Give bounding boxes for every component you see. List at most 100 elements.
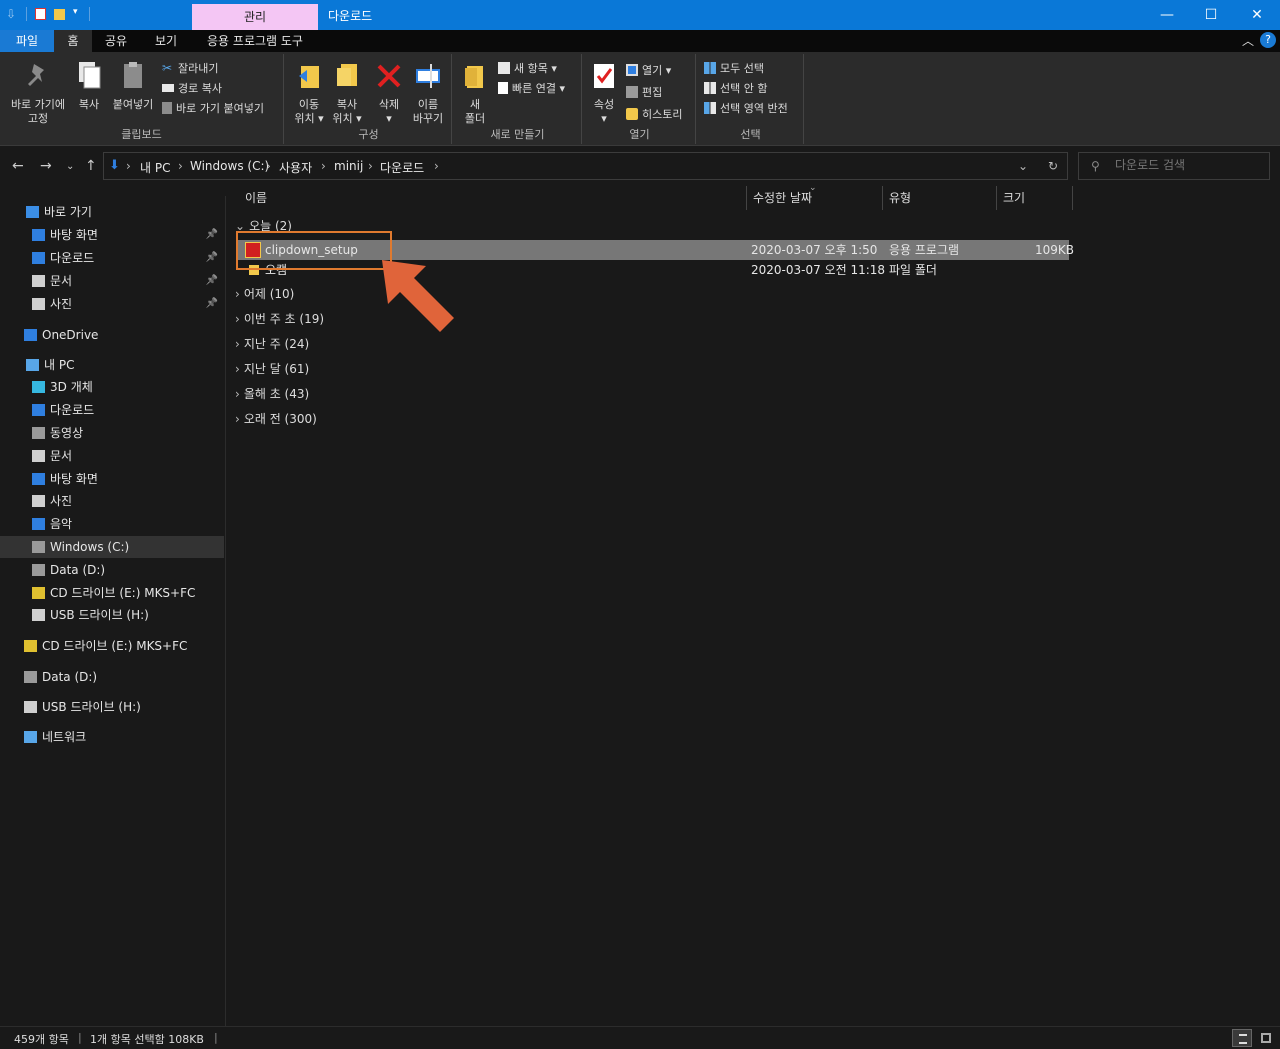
tab-view[interactable]: 보기 (144, 30, 188, 52)
copy-to-button[interactable]: 복사 위치 ▾ (328, 60, 366, 126)
maximize-button[interactable]: ☐ (1188, 0, 1234, 30)
down-arrow-icon[interactable]: ⇩ (6, 7, 18, 21)
chevron-up-icon[interactable]: ︿ (1242, 32, 1254, 49)
select-group: 모두 선택 선택 안 함 선택 영역 반전 선택 (698, 54, 804, 144)
tab-file[interactable]: 파일 (0, 30, 54, 52)
properties-icon[interactable] (35, 8, 46, 20)
pin-icon[interactable]: 📌 (206, 224, 218, 246)
pin-quick-access-button[interactable]: 바로 가기에 고정 (4, 60, 72, 126)
new-folder-label-2: 폴더 (464, 112, 486, 125)
back-arrow-icon[interactable]: ← (12, 158, 24, 174)
group-yesterday[interactable]: › 어제 (10) (235, 284, 294, 304)
details-view-icon (1239, 1034, 1247, 1044)
sidebar-item[interactable]: 다운로드 📌 (0, 247, 224, 269)
breadcrumb-downloads[interactable]: 다운로드 (380, 159, 424, 176)
sidebar-item[interactable]: 동영상 (0, 422, 224, 444)
invert-selection-button[interactable]: 선택 영역 반전 (704, 100, 788, 116)
sidebar-item[interactable]: CD 드라이브 (E:) MKS+FC (0, 635, 224, 657)
paste-button[interactable]: 붙여넣기 (108, 60, 158, 112)
select-all-button[interactable]: 모두 선택 (704, 60, 764, 76)
delete-button[interactable]: 삭제 ▾ (372, 60, 406, 126)
usb-icon (24, 701, 37, 713)
breadcrumb-windows-c[interactable]: Windows (C:) (190, 159, 269, 173)
sidebar-item[interactable]: 다운로드 (0, 399, 224, 421)
breadcrumb-my-pc[interactable]: 내 PC (140, 159, 170, 176)
breadcrumb-separator-icon[interactable]: › (434, 159, 439, 173)
refresh-icon[interactable]: ↻ (1048, 159, 1058, 173)
group-long-ago[interactable]: › 오래 전 (300) (235, 409, 317, 429)
sidebar-item-label: 네트워크 (42, 730, 87, 744)
sidebar-item[interactable]: 바탕 화면 📌 (0, 224, 224, 246)
group-last-week[interactable]: › 지난 주 (24) (235, 334, 309, 354)
cut-button[interactable]: ✂ 잘라내기 (162, 60, 218, 76)
sidebar-item[interactable]: 바탕 화면 (0, 468, 224, 490)
manage-tab[interactable]: 관리 (192, 4, 318, 30)
breadcrumb-separator-icon[interactable]: › (126, 159, 131, 173)
new-folder-button[interactable]: 새 폴더 (458, 60, 492, 126)
help-icon[interactable]: ? (1260, 32, 1276, 48)
breadcrumb-separator-icon[interactable]: › (368, 159, 373, 173)
copy-button[interactable]: 복사 (74, 60, 104, 112)
sidebar-item[interactable]: Windows (C:) (0, 536, 224, 558)
column-header-type[interactable]: 유형 (883, 186, 997, 210)
delete-dropdown-caret[interactable]: ▾ (372, 112, 406, 126)
sidebar-item[interactable]: Data (D:) (0, 666, 224, 688)
sidebar-item[interactable]: 내 PC (0, 354, 224, 376)
pin-icon[interactable]: 📌 (206, 293, 218, 315)
sidebar-item[interactable]: USB 드라이브 (H:) (0, 696, 224, 718)
large-icons-view-button[interactable] (1256, 1029, 1276, 1047)
copy-path-button[interactable]: 경로 복사 (162, 80, 222, 96)
recent-locations-chevron-icon[interactable]: ⌄ (66, 161, 74, 172)
group-last-month[interactable]: › 지난 달 (61) (235, 359, 309, 379)
rename-button[interactable]: 이름 바꾸기 (408, 60, 448, 126)
breadcrumb-separator-icon[interactable]: › (266, 159, 271, 173)
group-this-week[interactable]: › 이번 주 초 (19) (235, 309, 324, 329)
search-input[interactable] (1115, 158, 1265, 172)
edit-button[interactable]: 편집 (626, 84, 662, 100)
column-header-size[interactable]: 크기 (997, 186, 1073, 210)
sidebar-item[interactable]: Data (D:) (0, 559, 224, 581)
close-button[interactable]: ✕ (1234, 0, 1280, 30)
details-view-button[interactable] (1232, 1029, 1252, 1047)
sidebar-item[interactable]: 3D 개체 (0, 376, 224, 398)
select-none-button[interactable]: 선택 안 함 (704, 80, 767, 96)
sidebar-item[interactable]: 바로 가기 (0, 201, 224, 223)
forward-arrow-icon[interactable]: → (40, 158, 52, 174)
new-item-button[interactable]: 새 항목 ▾ (498, 60, 557, 76)
address-bar[interactable]: ⬇ › 내 PC › Windows (C:) › 사용자 › minij › … (103, 152, 1068, 180)
breadcrumb-separator-icon[interactable]: › (178, 159, 183, 173)
tab-home[interactable]: 홈 (54, 30, 92, 52)
address-history-chevron-icon[interactable]: ⌄ (1018, 159, 1028, 173)
sidebar-item[interactable]: 문서 📌 (0, 270, 224, 292)
new-folder-icon[interactable] (54, 8, 65, 20)
breadcrumb-separator-icon[interactable]: › (321, 159, 326, 173)
tab-share[interactable]: 공유 (96, 30, 136, 52)
tab-app-tools[interactable]: 응용 프로그램 도구 (196, 30, 314, 52)
sidebar-item[interactable]: 네트워크 (0, 726, 224, 748)
search-box[interactable]: ⚲ (1078, 152, 1270, 180)
minimize-button[interactable]: — (1144, 0, 1190, 30)
history-button[interactable]: 히스토리 (626, 106, 682, 122)
sidebar-item[interactable]: OneDrive (0, 324, 224, 346)
sidebar-item[interactable]: 사진 (0, 490, 224, 512)
properties-dropdown-caret[interactable]: ▾ (588, 112, 620, 126)
easy-access-button[interactable]: 빠른 연결 ▾ (498, 80, 565, 96)
sidebar-item[interactable]: USB 드라이브 (H:) (0, 604, 224, 626)
customize-qat-icon[interactable]: ▾ (73, 7, 81, 21)
open-button[interactable]: 열기 ▾ (626, 62, 671, 78)
clipboard-group: 바로 가기에 고정 복사 붙여넣기 ✂ 잘라내기 경로 복사 바로 가기 붙여넣… (0, 54, 284, 144)
sidebar-item[interactable]: 사진 📌 (0, 293, 224, 315)
up-arrow-icon[interactable]: ↑ (85, 158, 97, 174)
breadcrumb-users[interactable]: 사용자 (279, 159, 312, 176)
sidebar-item[interactable]: 문서 (0, 445, 224, 467)
move-to-button[interactable]: 이동 위치 ▾ (290, 60, 328, 126)
breadcrumb-minij[interactable]: minij (334, 159, 363, 173)
group-this-year[interactable]: › 올해 초 (43) (235, 384, 309, 404)
pin-icon[interactable]: 📌 (206, 270, 218, 292)
sidebar-item[interactable]: CD 드라이브 (E:) MKS+FC (0, 582, 224, 604)
pin-icon[interactable]: 📌 (206, 247, 218, 269)
sidebar-item[interactable]: 음악 (0, 513, 224, 535)
properties-button[interactable]: 속성 ▾ (588, 60, 620, 126)
paste-shortcut-button[interactable]: 바로 가기 붙여넣기 (162, 100, 264, 116)
column-header-name[interactable]: 이름 (239, 186, 747, 210)
